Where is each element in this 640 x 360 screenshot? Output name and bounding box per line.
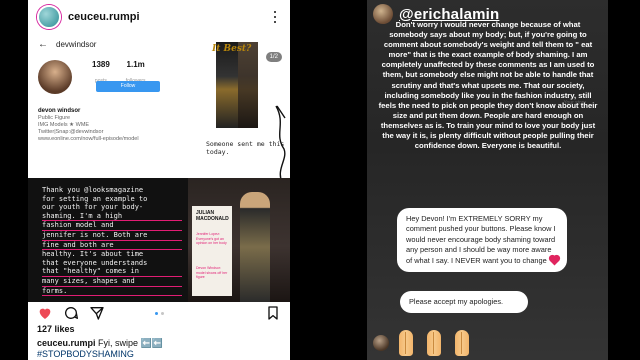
heart-icon[interactable]: [37, 305, 53, 321]
statement-line: that "healthy" comes in: [42, 267, 182, 277]
bio-line: IMG Models ★ WME: [38, 122, 90, 128]
screen: ceuceu.rumpi ← devwindsor 1389 posts: [0, 0, 640, 360]
magazine-photo-second: [238, 42, 258, 128]
statement-line: that everyone understands: [42, 258, 148, 267]
prayer-hands-emojis: [395, 330, 473, 356]
profile-picture: [38, 60, 72, 94]
hashtag-link[interactable]: #STOPBODYSHAMING: [28, 349, 290, 360]
bio-name: devon windsor: [38, 108, 81, 114]
statement-line: jennifer is not. Both are: [42, 231, 182, 241]
follow-button: Follow: [96, 81, 160, 92]
profile-bio: devon windsor Public Figure IMG Models ★…: [28, 94, 188, 143]
more-options-icon[interactable]: [269, 11, 281, 23]
statement-line: fashion model and: [42, 221, 182, 231]
profile-handle: devwindsor: [56, 39, 97, 49]
instagram-post: ceuceu.rumpi ← devwindsor 1389 posts: [28, 0, 290, 360]
post-header: ceuceu.rumpi: [28, 0, 290, 34]
bio-line: www.eonline.com/now/full-episode/model: [38, 136, 139, 142]
bio-line: Twitter|Snap:@devwindsor: [38, 129, 104, 135]
posts-count: 1389: [92, 60, 110, 69]
embedded-text-block: Thank you @looksmagazine for setting an …: [28, 178, 188, 302]
prayer-hands-icon: [423, 330, 445, 356]
post-username[interactable]: ceuceu.rumpi: [68, 11, 140, 23]
magazine-sidebar: JULIAN MACDONALD Jennifer Lopez: Everyon…: [192, 206, 232, 296]
post-image[interactable]: ← devwindsor 1389 posts 1.1m followers: [28, 34, 290, 302]
model-figure: [240, 192, 270, 302]
sidebar-caption: Jennifer Lopez: Everyone's got an opinio…: [196, 232, 227, 246]
statement-line: Thank you @looksmagazine: [42, 186, 144, 194]
prayer-hands-icon: [451, 330, 473, 356]
message-bubble: Hey Devon! I'm EXTREMELY SORRY my commen…: [397, 208, 567, 273]
story-faint-label: Your story: [563, 100, 586, 106]
story-footer: [373, 330, 473, 356]
statement-line: for setting an example to: [42, 194, 148, 203]
sidebar-name: MACDONALD: [196, 216, 229, 222]
embedded-red-carpet-photo: JULIAN MACDONALD Jennifer Lopez: Everyon…: [188, 178, 290, 302]
scribble-arrow-icon: [275, 105, 286, 183]
image-counter-badge: 1/2: [265, 52, 282, 62]
prayer-hands-icon: [395, 330, 417, 356]
instagram-story: @erichalamin Don't worry i would never c…: [367, 0, 608, 360]
embedded-profile-screenshot: ← devwindsor 1389 posts 1.1m followers: [28, 34, 188, 178]
back-arrow-icon: ←: [38, 38, 48, 50]
post-actions-bar: [28, 302, 290, 324]
statement-line: many sizes, shapes and: [42, 277, 182, 287]
heart-emoji-icon: [549, 255, 560, 266]
comment-icon[interactable]: [63, 305, 79, 321]
bio-line: Public Figure: [38, 115, 71, 121]
story-statement: Don't worry i would never change because…: [378, 20, 598, 151]
statement-line: healthy. It's about time: [42, 250, 144, 259]
footer-avatar[interactable]: [373, 335, 389, 351]
share-icon[interactable]: [89, 305, 105, 321]
statement-line: shaming. I'm a high: [42, 212, 182, 222]
sidebar-caption: Devon Windsor: model shows off her figur…: [196, 266, 228, 280]
statement-line: forms.: [42, 287, 182, 297]
statement-line: fine and both are: [42, 241, 182, 251]
caption-username[interactable]: ceuceu.rumpi: [37, 338, 96, 348]
followers-count: 1.1m: [126, 60, 145, 69]
post-caption: ceuceu.rumpi Fyi, swipe ⬅️⬅️: [28, 336, 290, 349]
bookmark-icon[interactable]: [265, 305, 281, 321]
embedded-statement: Thank you @looksmagazine for setting an …: [42, 186, 182, 297]
message-text: Please accept my apologies.: [409, 297, 504, 306]
carousel-dots: [155, 311, 164, 315]
statement-line: our youth for your body-: [42, 203, 144, 212]
post-avatar[interactable]: [37, 5, 61, 29]
magazine-title: It Best?: [212, 44, 252, 54]
message-text: Hey Devon! I'm EXTREMELY SORRY my commen…: [406, 214, 556, 265]
caption-text: Fyi, swipe ⬅️⬅️: [95, 338, 163, 348]
embedded-magazine-photo: It Best? 1/2 Someone sent me this today.: [186, 34, 290, 183]
likes-count[interactable]: 127 likes: [28, 324, 290, 336]
message-bubble: Please accept my apologies.: [400, 291, 528, 314]
